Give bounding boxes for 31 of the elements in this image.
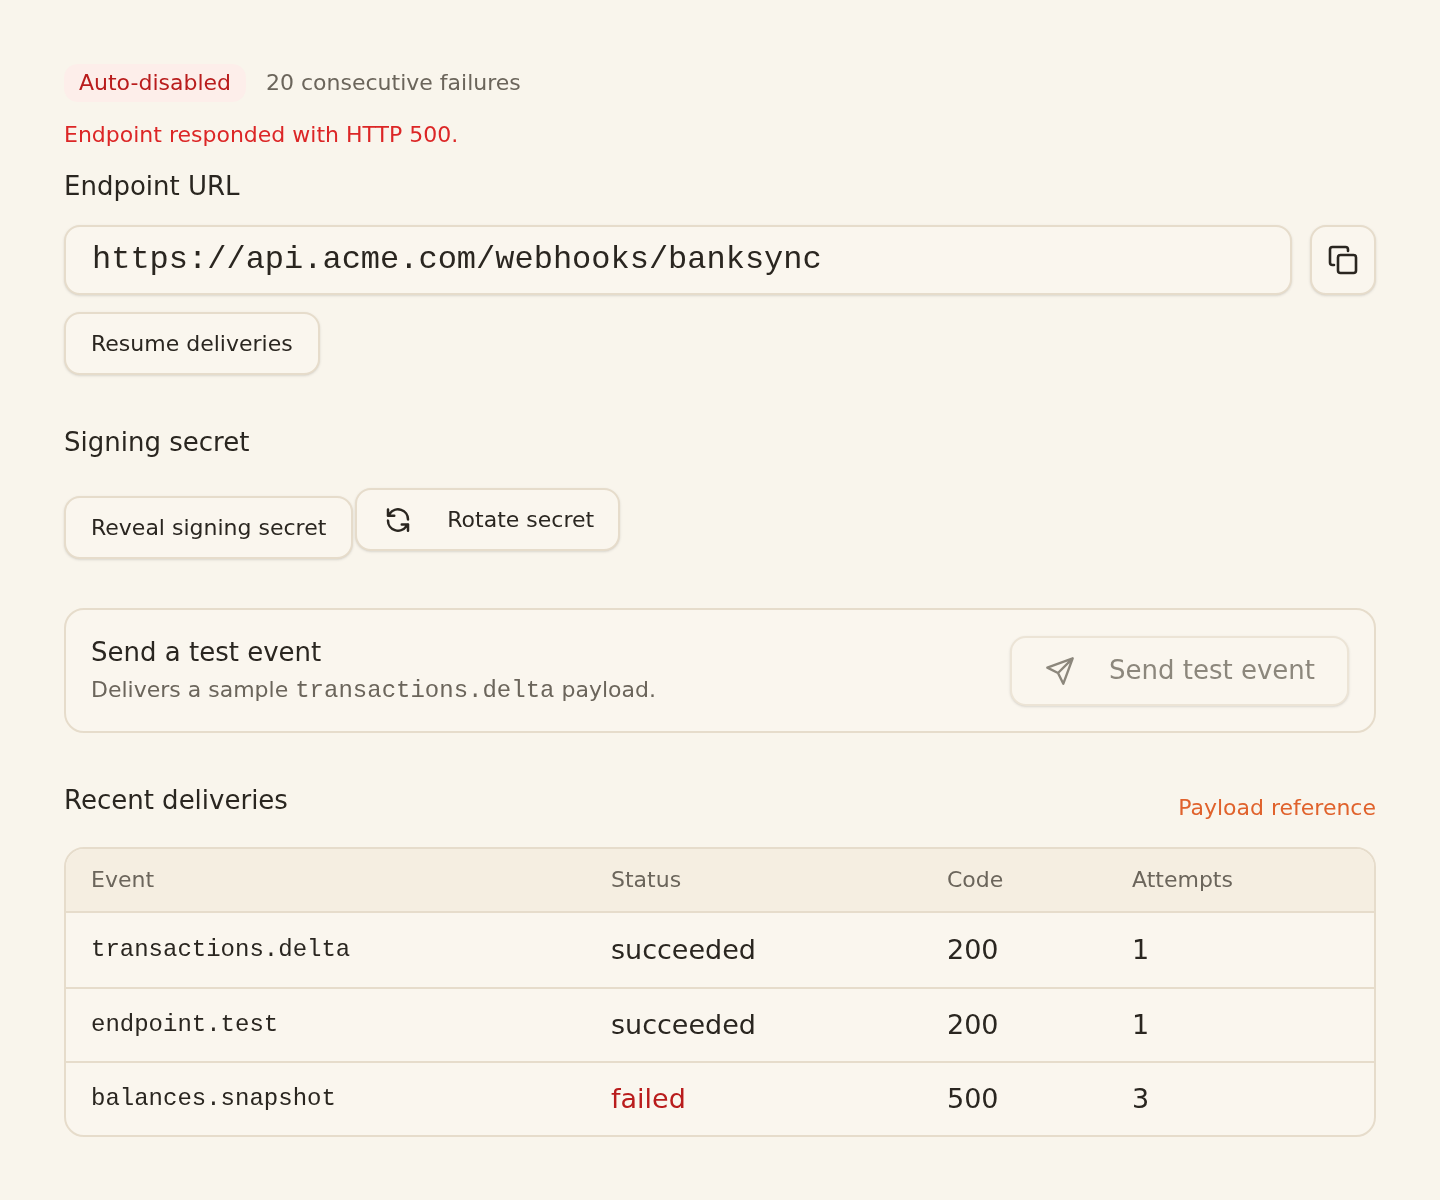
reveal-secret-button[interactable]: Reveal signing secret (64, 496, 354, 559)
url-field[interactable]: https://api.acme.com/webhooks/banksync (64, 225, 1292, 295)
rotate-secret-button[interactable]: Rotate secret (355, 488, 621, 551)
section-heading: Signing secret (64, 426, 250, 459)
column-header: Attempts (1132, 867, 1233, 892)
section-heading: Endpoint URL (64, 170, 240, 203)
card-description: Delivers a sample transactions.delta payload. (91, 676, 656, 706)
resume-deliveries-button[interactable]: Resume deliveries (64, 312, 320, 375)
status-text: succeeded (611, 934, 756, 965)
event-name: transactions.delta (91, 936, 351, 963)
status-text: failed (611, 1083, 686, 1114)
copy-button[interactable] (1310, 225, 1376, 295)
status-code: 500 (947, 1083, 999, 1114)
event-name: balances.snapshot (91, 1085, 336, 1112)
section-heading: Recent deliveries (64, 784, 288, 817)
status-code: 200 (947, 1009, 999, 1040)
error-message: Endpoint responded with HTTP 500. (64, 121, 459, 149)
column-header: Status (611, 867, 682, 892)
column-header: Code (947, 867, 1004, 892)
status-text: succeeded (611, 1009, 756, 1040)
status-code: 200 (947, 934, 999, 965)
status-badge: Auto-disabled (64, 64, 247, 102)
copy-icon (1328, 245, 1358, 275)
event-name: endpoint.test (91, 1011, 279, 1038)
attempt-count: 1 (1132, 1009, 1150, 1040)
failure-count: 20 consecutive failures (266, 70, 521, 96)
send-icon (1044, 654, 1076, 687)
attempt-count: 1 (1132, 934, 1150, 965)
column-header: Event (91, 867, 155, 892)
card-title: Send a test event (91, 636, 322, 669)
attempt-count: 3 (1132, 1083, 1150, 1114)
